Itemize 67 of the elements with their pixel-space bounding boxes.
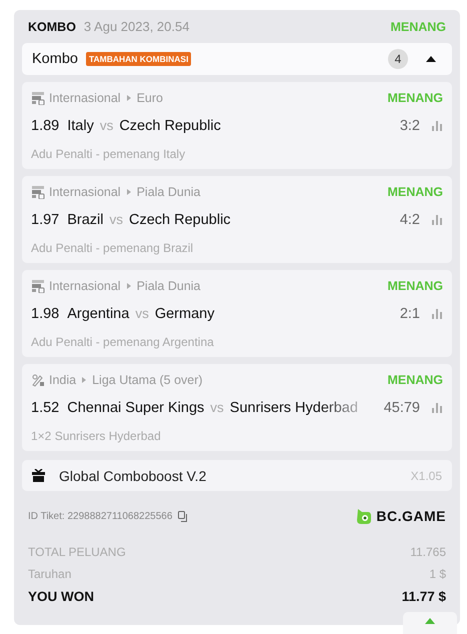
chevron-right-icon [126,282,131,288]
caret-icon[interactable] [426,56,436,62]
match-odds: 1.52 [31,400,60,416]
chevron-up-icon [425,618,435,624]
bet-date: 3 Agu 2023, 20.54 [84,19,190,34]
combo-header[interactable]: Kombo TAMBAHAN KOMBINASI 4 [22,43,452,75]
brand-name: BC.GAME [376,508,446,524]
gift-icon [32,469,45,482]
summary-label: Taruhan [28,567,72,581]
match-category: Internasional [49,184,121,198]
match-odds: 1.97 [31,212,60,228]
match-category: Internasional [49,90,121,104]
match-league: Euro [136,90,163,104]
versus-label: vs [100,118,114,133]
match-status: MENANG [387,90,443,104]
bet-selection: Adu Penalti - pemenang Brazil [31,240,194,256]
summary-value: 11.765 [410,545,446,559]
match-score: 4:2 [400,212,420,228]
summary-label: TOTAL PELUANG [28,545,126,559]
bet-status: MENANG [390,20,446,34]
scroll-top-button[interactable] [403,612,457,634]
away-team: Germany [154,306,214,322]
match-category: India [49,372,76,386]
combo-title: Kombo [32,51,78,67]
match-status: MENANG [387,278,443,292]
summary-value: 1 $ [429,567,446,581]
match-league: Liga Utama (5 over) [92,372,203,386]
home-team: Italy [67,118,94,134]
bet-selection: Adu Penalti - pemenang Argentina [31,334,215,350]
match-odds: 1.98 [31,306,60,322]
versus-label: vs [210,400,224,415]
match-status: MENANG [387,184,443,198]
match-score: 3:2 [400,118,420,134]
versus-label: vs [110,212,123,227]
home-team: Brazil [67,212,104,228]
copy-icon[interactable] [178,510,190,522]
boost-multiplier: X1.05 [410,468,442,482]
home-team: Argentina [67,306,130,322]
stats-icon[interactable] [432,120,443,130]
leg-count: 4 [388,49,408,69]
stats-icon[interactable] [432,308,443,318]
bet-type: KOMBO [28,20,76,34]
match-score: 45:79 [384,400,420,416]
chevron-right-icon [82,376,86,382]
match-odds: 1.89 [31,118,60,134]
logo-icon [356,508,372,524]
match-league: Piala Dunia [136,278,201,292]
bet-selection: Adu Penalti - pemenang Italy [31,146,186,162]
home-team: Chennai Super Kings [67,400,204,416]
chevron-right-icon [126,94,131,100]
stats-icon[interactable] [432,214,443,224]
match-category: Internasional [49,278,121,292]
versus-label: vs [135,306,149,321]
away-team: Czech Republic [129,212,231,228]
combo-badge: TAMBAHAN KOMBINASI [86,52,192,66]
summary-value: 11.77 $ [402,588,446,604]
summary-label: YOU WON [28,588,94,604]
away-team: Czech Republic [119,118,221,134]
stats-icon[interactable] [432,402,443,412]
chevron-right-icon [126,188,131,194]
bet-selection: 1×2 Sunrisers Hyderbad [31,428,162,444]
match-status: MENANG [387,372,443,386]
away-team: Sunrisers Hyderbad [230,400,358,416]
match-score: 2:1 [400,306,420,322]
match-league: Piala Dunia [136,184,201,198]
boost-label: Global Comboboost V.2 [59,468,206,484]
ticket-id: ID Tiket: 2298882711068225566 [28,510,172,522]
